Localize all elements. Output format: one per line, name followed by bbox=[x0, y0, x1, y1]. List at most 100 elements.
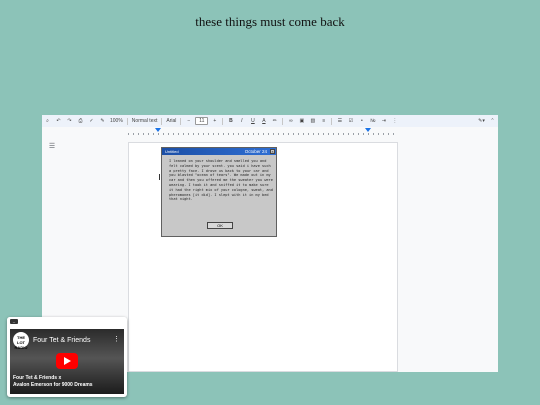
editing-mode-icon[interactable]: ✎▾ bbox=[477, 117, 486, 126]
video-title[interactable]: Four Tet & Friends bbox=[33, 337, 90, 344]
ruler-tick bbox=[193, 133, 194, 135]
ruler-tick bbox=[373, 133, 374, 135]
dialog-message: I leaned on your shoulder and smelled yo… bbox=[169, 159, 273, 202]
increase-font-size-button[interactable]: + bbox=[210, 117, 219, 126]
ruler-tick bbox=[213, 133, 214, 135]
paint-format-icon[interactable]: ✎ bbox=[98, 117, 107, 126]
dialog-title-bar[interactable]: Untitled October 24 × bbox=[162, 148, 276, 155]
toolbar-divider bbox=[180, 117, 182, 125]
print-icon[interactable]: ⎙ bbox=[76, 117, 85, 126]
ruler-tick bbox=[358, 133, 359, 135]
decrease-font-size-button[interactable]: − bbox=[184, 117, 193, 126]
italic-button[interactable]: I bbox=[237, 117, 246, 126]
ruler-tick bbox=[128, 133, 129, 135]
ruler-tick bbox=[253, 133, 254, 135]
ruler-tick bbox=[163, 133, 164, 135]
underline-button[interactable]: U bbox=[248, 117, 257, 126]
ok-button[interactable]: OK bbox=[207, 222, 233, 229]
ruler-tick bbox=[343, 133, 344, 135]
ruler-tick bbox=[153, 133, 154, 135]
ruler-tick bbox=[303, 133, 304, 135]
video-caption-line1: Four Tet & Friends x bbox=[13, 375, 62, 381]
ruler-tick bbox=[203, 133, 204, 135]
style-select[interactable]: Normal text bbox=[131, 117, 159, 126]
document-outline-icon[interactable]: ☰ bbox=[47, 143, 57, 151]
close-icon[interactable]: × bbox=[270, 149, 275, 154]
ruler-tick bbox=[178, 133, 179, 135]
ruler-tick bbox=[138, 133, 139, 135]
highlight-icon[interactable]: ✏ bbox=[270, 117, 279, 126]
ruler-tick bbox=[353, 133, 354, 135]
link-icon[interactable]: ∞ bbox=[286, 117, 295, 126]
ruler-tick bbox=[388, 133, 389, 135]
ruler-tick bbox=[158, 133, 159, 135]
image-icon[interactable]: ▨ bbox=[308, 117, 317, 126]
text-color-button[interactable]: A bbox=[259, 117, 268, 126]
left-indent-marker[interactable] bbox=[155, 128, 161, 132]
ruler-tick bbox=[228, 133, 229, 135]
ruler-tick bbox=[308, 133, 309, 135]
page-headline: these things must come back bbox=[195, 14, 345, 29]
right-indent-marker[interactable] bbox=[365, 128, 371, 132]
ruler-tick bbox=[268, 133, 269, 135]
docs-toolbar: ⌕ ↶ ↷ ⎙ ✓ ✎ 100% Normal text Arial − 11 … bbox=[42, 115, 498, 127]
ruler-tick bbox=[293, 133, 294, 135]
retro-dialog-window: Untitled October 24 × I leaned on your s… bbox=[161, 147, 277, 237]
spellcheck-icon[interactable]: ✓ bbox=[87, 117, 96, 126]
ruler-tick bbox=[333, 133, 334, 135]
ruler-tick bbox=[248, 133, 249, 135]
ruler-tick bbox=[348, 133, 349, 135]
ruler-tick bbox=[188, 133, 189, 135]
bullet-list-icon[interactable]: • bbox=[357, 117, 366, 126]
ruler-tick bbox=[243, 133, 244, 135]
text-cursor bbox=[159, 174, 160, 180]
toolbar-divider bbox=[126, 117, 128, 125]
video-header: – bbox=[7, 317, 127, 327]
font-select[interactable]: Arial bbox=[165, 117, 177, 126]
play-icon[interactable] bbox=[56, 353, 78, 369]
ruler-tick bbox=[288, 133, 289, 135]
video-thumbnail[interactable]: THE LOT RADIO Four Tet & Friends ⋮ Four … bbox=[10, 329, 124, 394]
ruler-tick bbox=[323, 133, 324, 135]
ruler-tick bbox=[363, 133, 364, 135]
youtube-embed[interactable]: – THE LOT RADIO Four Tet & Friends ⋮ Fou… bbox=[7, 317, 127, 397]
ruler-tick bbox=[318, 133, 319, 135]
more-options-icon[interactable]: ⋮ bbox=[390, 117, 399, 126]
indent-icon[interactable]: ⇥ bbox=[379, 117, 388, 126]
toolbar-divider bbox=[331, 117, 333, 125]
ruler-tick bbox=[198, 133, 199, 135]
redo-icon[interactable]: ↷ bbox=[65, 117, 74, 126]
search-menu-icon[interactable]: ⌕ bbox=[43, 117, 52, 126]
ruler-tick bbox=[133, 133, 134, 135]
ruler-tick bbox=[183, 133, 184, 135]
font-size-input[interactable]: 11 bbox=[195, 117, 209, 125]
ruler-tick bbox=[173, 133, 174, 135]
ruler[interactable] bbox=[128, 128, 398, 135]
minimize-icon[interactable]: – bbox=[10, 319, 18, 324]
zoom-select[interactable]: 100% bbox=[109, 117, 124, 126]
ruler-tick bbox=[233, 133, 234, 135]
channel-logo[interactable]: THE LOT RADIO bbox=[13, 332, 29, 350]
toolbar-divider bbox=[161, 117, 163, 125]
line-spacing-icon[interactable]: ☰ bbox=[335, 117, 344, 126]
ruler-tick bbox=[168, 133, 169, 135]
more-options-icon[interactable]: ⋮ bbox=[113, 335, 120, 343]
ruler-tick bbox=[223, 133, 224, 135]
ruler-tick bbox=[378, 133, 379, 135]
undo-icon[interactable]: ↶ bbox=[54, 117, 63, 126]
ruler-tick bbox=[368, 133, 369, 135]
comment-icon[interactable]: ▣ bbox=[297, 117, 306, 126]
ruler-tick bbox=[283, 133, 284, 135]
bold-button[interactable]: B bbox=[226, 117, 235, 126]
align-icon[interactable]: ≡ bbox=[319, 117, 328, 126]
ruler-tick bbox=[338, 133, 339, 135]
ruler-tick bbox=[238, 133, 239, 135]
ruler-tick bbox=[208, 133, 209, 135]
toolbar-divider bbox=[282, 117, 284, 125]
collapse-toolbar-icon[interactable]: ⌃ bbox=[488, 117, 497, 126]
numbered-list-icon[interactable]: № bbox=[368, 117, 377, 126]
ruler-tick bbox=[263, 133, 264, 135]
video-caption-line2: Avalon Emerson for 9000 Dreams bbox=[13, 382, 93, 388]
checklist-icon[interactable]: ☑ bbox=[346, 117, 355, 126]
ruler-tick bbox=[298, 133, 299, 135]
